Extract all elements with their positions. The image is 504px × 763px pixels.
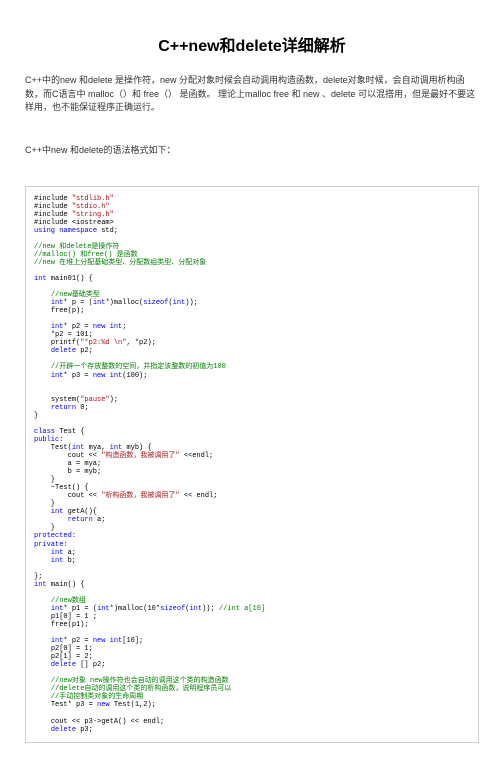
intro-paragraph: C++中的new 和delete 是操作符，new 分配对象时候会自动调用构造函…: [25, 74, 479, 115]
subheading: C++中new 和delete的语法格式如下：: [25, 143, 479, 156]
page-title: C++new和delete详细解析: [25, 32, 479, 56]
code-block: #include "stdlib.h" #include "stdio.h" #…: [25, 186, 479, 743]
